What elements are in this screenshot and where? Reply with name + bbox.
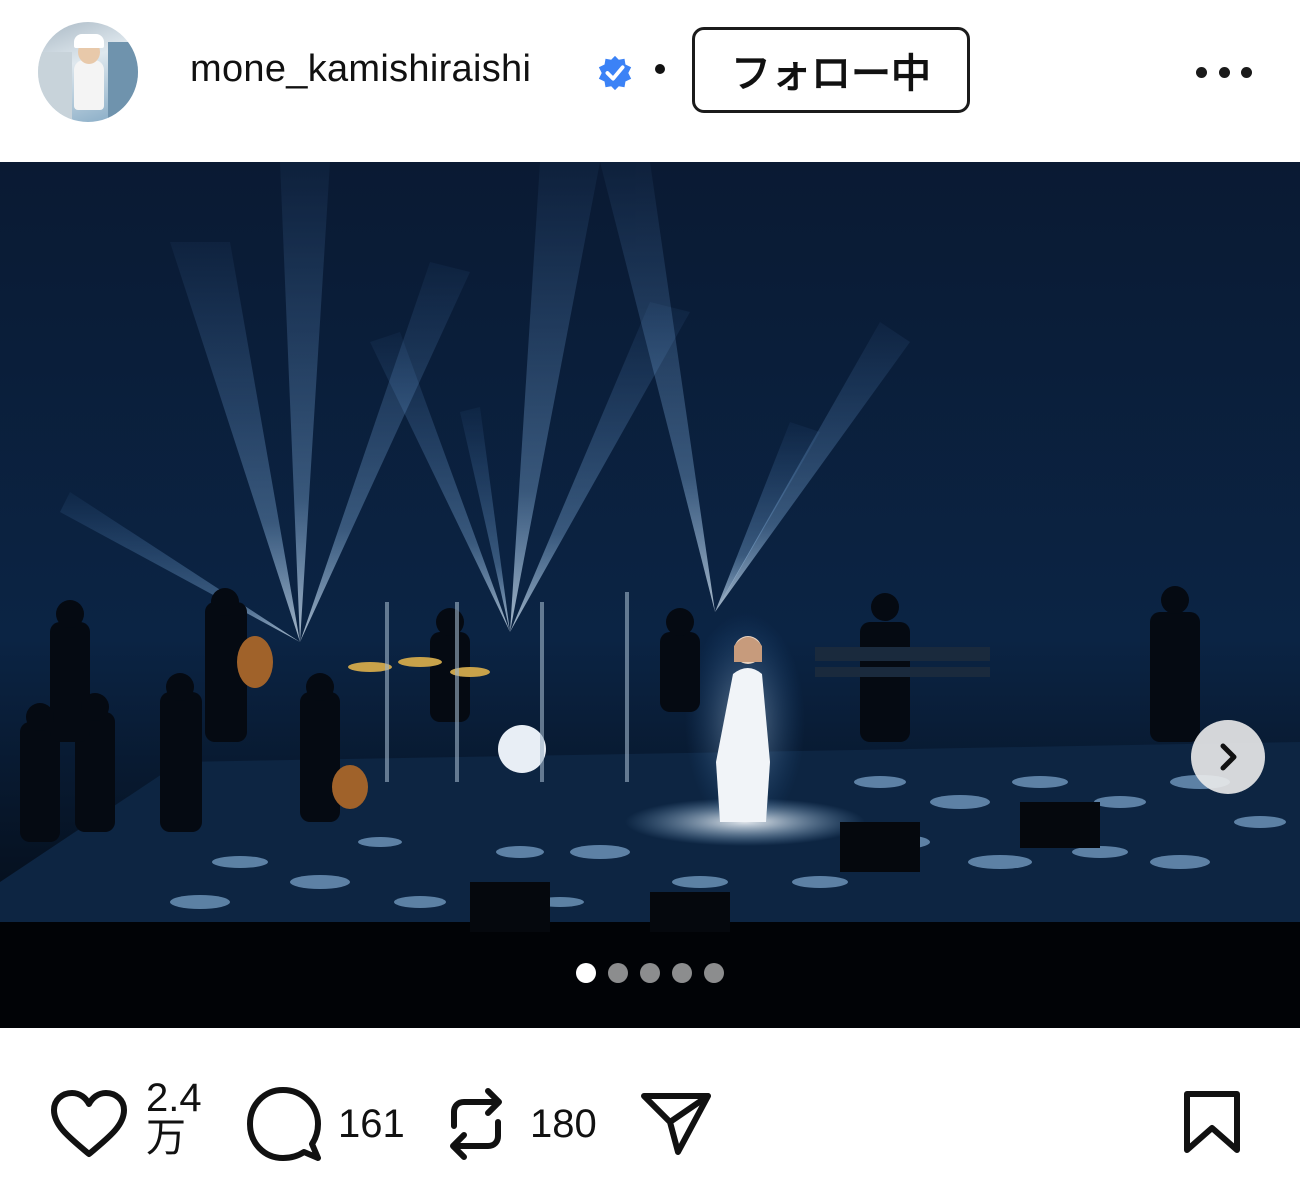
- chevron-right-icon: [1220, 743, 1237, 771]
- carousel-dot-4: [672, 963, 692, 983]
- profile-avatar[interactable]: [38, 22, 138, 122]
- concert-stage-image: [0, 162, 1300, 1028]
- avatar-bg-left: [38, 52, 72, 122]
- repost-count[interactable]: 180: [530, 1102, 597, 1147]
- following-button[interactable]: フォロー中: [692, 27, 970, 113]
- comment-count[interactable]: 161: [338, 1102, 405, 1147]
- separator-dot: [655, 64, 665, 74]
- bookmark-icon[interactable]: [1182, 1090, 1242, 1156]
- username[interactable]: mone_kamishiraishi: [190, 48, 531, 91]
- avatar-figure-hat: [74, 34, 104, 48]
- carousel-indicator: [576, 963, 724, 983]
- more-dot: [1241, 66, 1252, 78]
- repost-icon[interactable]: [444, 1086, 508, 1162]
- carousel-next-button[interactable]: [1191, 720, 1265, 794]
- more-dot: [1196, 66, 1207, 78]
- verified-badge-icon: [598, 55, 632, 91]
- avatar-bg-right: [108, 42, 138, 122]
- more-dot: [1218, 66, 1230, 78]
- more-options-icon[interactable]: [1196, 62, 1252, 82]
- carousel-dot-2: [608, 963, 628, 983]
- carousel-dot-5: [704, 963, 724, 983]
- heart-icon[interactable]: [50, 1090, 128, 1158]
- carousel-dot-3: [640, 963, 660, 983]
- post-header: mone_kamishiraishi フォロー中: [0, 0, 1300, 160]
- keyboard: [815, 647, 990, 661]
- post-image[interactable]: [0, 162, 1300, 1028]
- comment-icon[interactable]: [246, 1086, 322, 1162]
- like-count[interactable]: 2.4万: [146, 1078, 216, 1158]
- carousel-dot-1: [576, 963, 596, 983]
- send-icon[interactable]: [640, 1090, 712, 1158]
- avatar-figure-body: [74, 60, 104, 110]
